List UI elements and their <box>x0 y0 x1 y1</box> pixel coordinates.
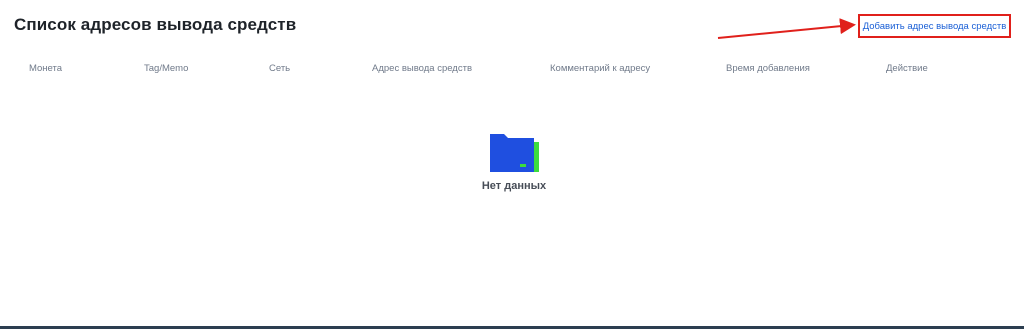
column-header-network: Сеть <box>269 63 291 74</box>
column-header-added-time: Время добавления <box>726 63 810 74</box>
table-header: Монета Tag/Memo Сеть Адрес вывода средст… <box>0 63 1024 77</box>
add-withdrawal-address-link[interactable]: Добавить адрес вывода средств <box>863 21 1007 32</box>
add-address-highlight: Добавить адрес вывода средств <box>858 14 1011 38</box>
column-header-comment: Комментарий к адресу <box>550 63 651 74</box>
withdrawal-address-page: Список адресов вывода средств Добавить а… <box>0 0 1024 329</box>
column-header-coin: Монета <box>29 63 63 74</box>
column-header-tag-memo: Tag/Memo <box>144 63 189 74</box>
folder-icon <box>490 134 539 172</box>
empty-state-text: Нет данных <box>481 180 547 192</box>
column-header-action: Действие <box>886 63 928 74</box>
column-header-address: Адрес вывода средств <box>372 63 472 74</box>
empty-state: Нет данных <box>470 132 558 192</box>
page-title: Список адресов вывода средств <box>14 15 297 34</box>
